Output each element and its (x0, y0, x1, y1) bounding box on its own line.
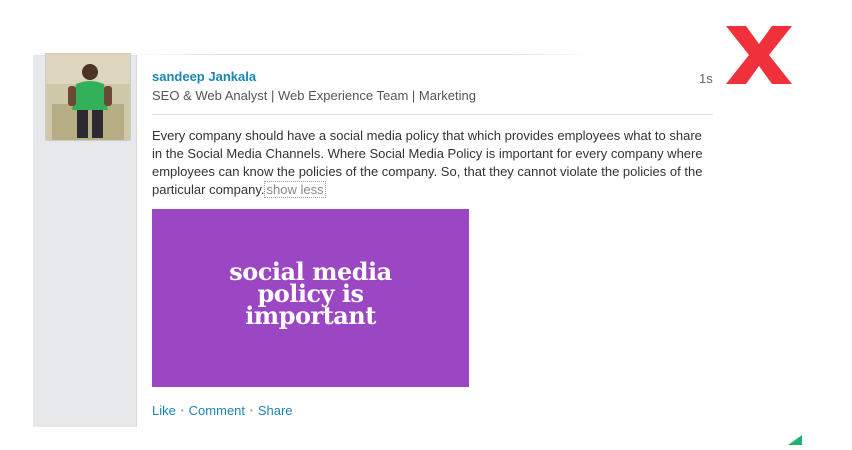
action-separator: • (250, 406, 253, 415)
author-headline: SEO & Web Analyst | Web Experience Team … (152, 88, 476, 103)
close-x-icon[interactable] (724, 26, 794, 84)
top-divider (136, 54, 591, 55)
like-link[interactable]: Like (152, 403, 176, 418)
avatar[interactable] (45, 53, 131, 141)
post-body: Every company should have a social media… (152, 127, 712, 199)
image-line-3: important (245, 301, 376, 330)
show-less-link[interactable]: show less (264, 181, 326, 198)
post-actions: Like • Comment • Share (152, 403, 293, 418)
header-divider (152, 114, 713, 115)
action-separator: • (180, 406, 184, 415)
post-image-caption: social media policy is important (152, 260, 469, 330)
comment-link[interactable]: Comment (189, 403, 245, 418)
post-text: Every company should have a social media… (152, 128, 703, 197)
green-corner-icon (788, 432, 806, 445)
author-name[interactable]: sandeep Jankala (152, 69, 256, 84)
share-link[interactable]: Share (258, 403, 293, 418)
post-timestamp: 1s (699, 71, 713, 86)
avatar-photo (46, 54, 130, 140)
post-image[interactable]: social media policy is important (152, 209, 469, 387)
